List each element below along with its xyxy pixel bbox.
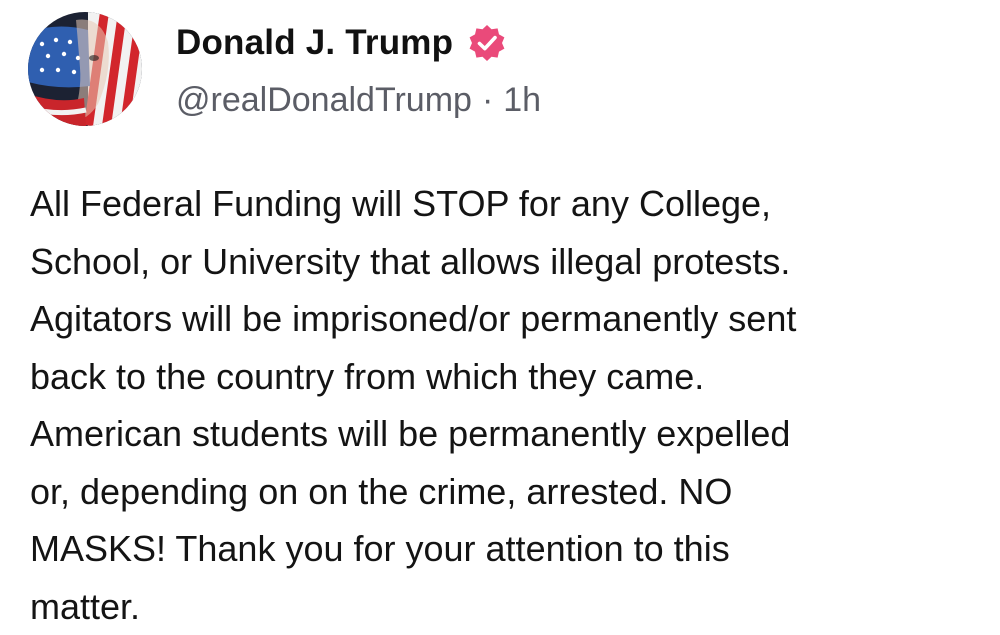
post-card: Donald J. Trump @realDonaldTrump · 1h Al… bbox=[0, 0, 1000, 627]
author-name-row: Donald J. Trump bbox=[176, 20, 507, 66]
author-meta-row: @realDonaldTrump · 1h bbox=[176, 78, 541, 122]
author-avatar[interactable] bbox=[28, 12, 142, 126]
post-timestamp[interactable]: 1h bbox=[503, 81, 541, 120]
post-text: All Federal Funding will STOP for any Co… bbox=[30, 183, 797, 627]
flag-face-avatar-image bbox=[28, 12, 142, 126]
verified-badge-icon bbox=[467, 23, 507, 63]
author-handle[interactable]: @realDonaldTrump bbox=[176, 81, 472, 120]
meta-separator: · bbox=[481, 80, 494, 119]
author-display-name[interactable]: Donald J. Trump bbox=[176, 23, 453, 63]
